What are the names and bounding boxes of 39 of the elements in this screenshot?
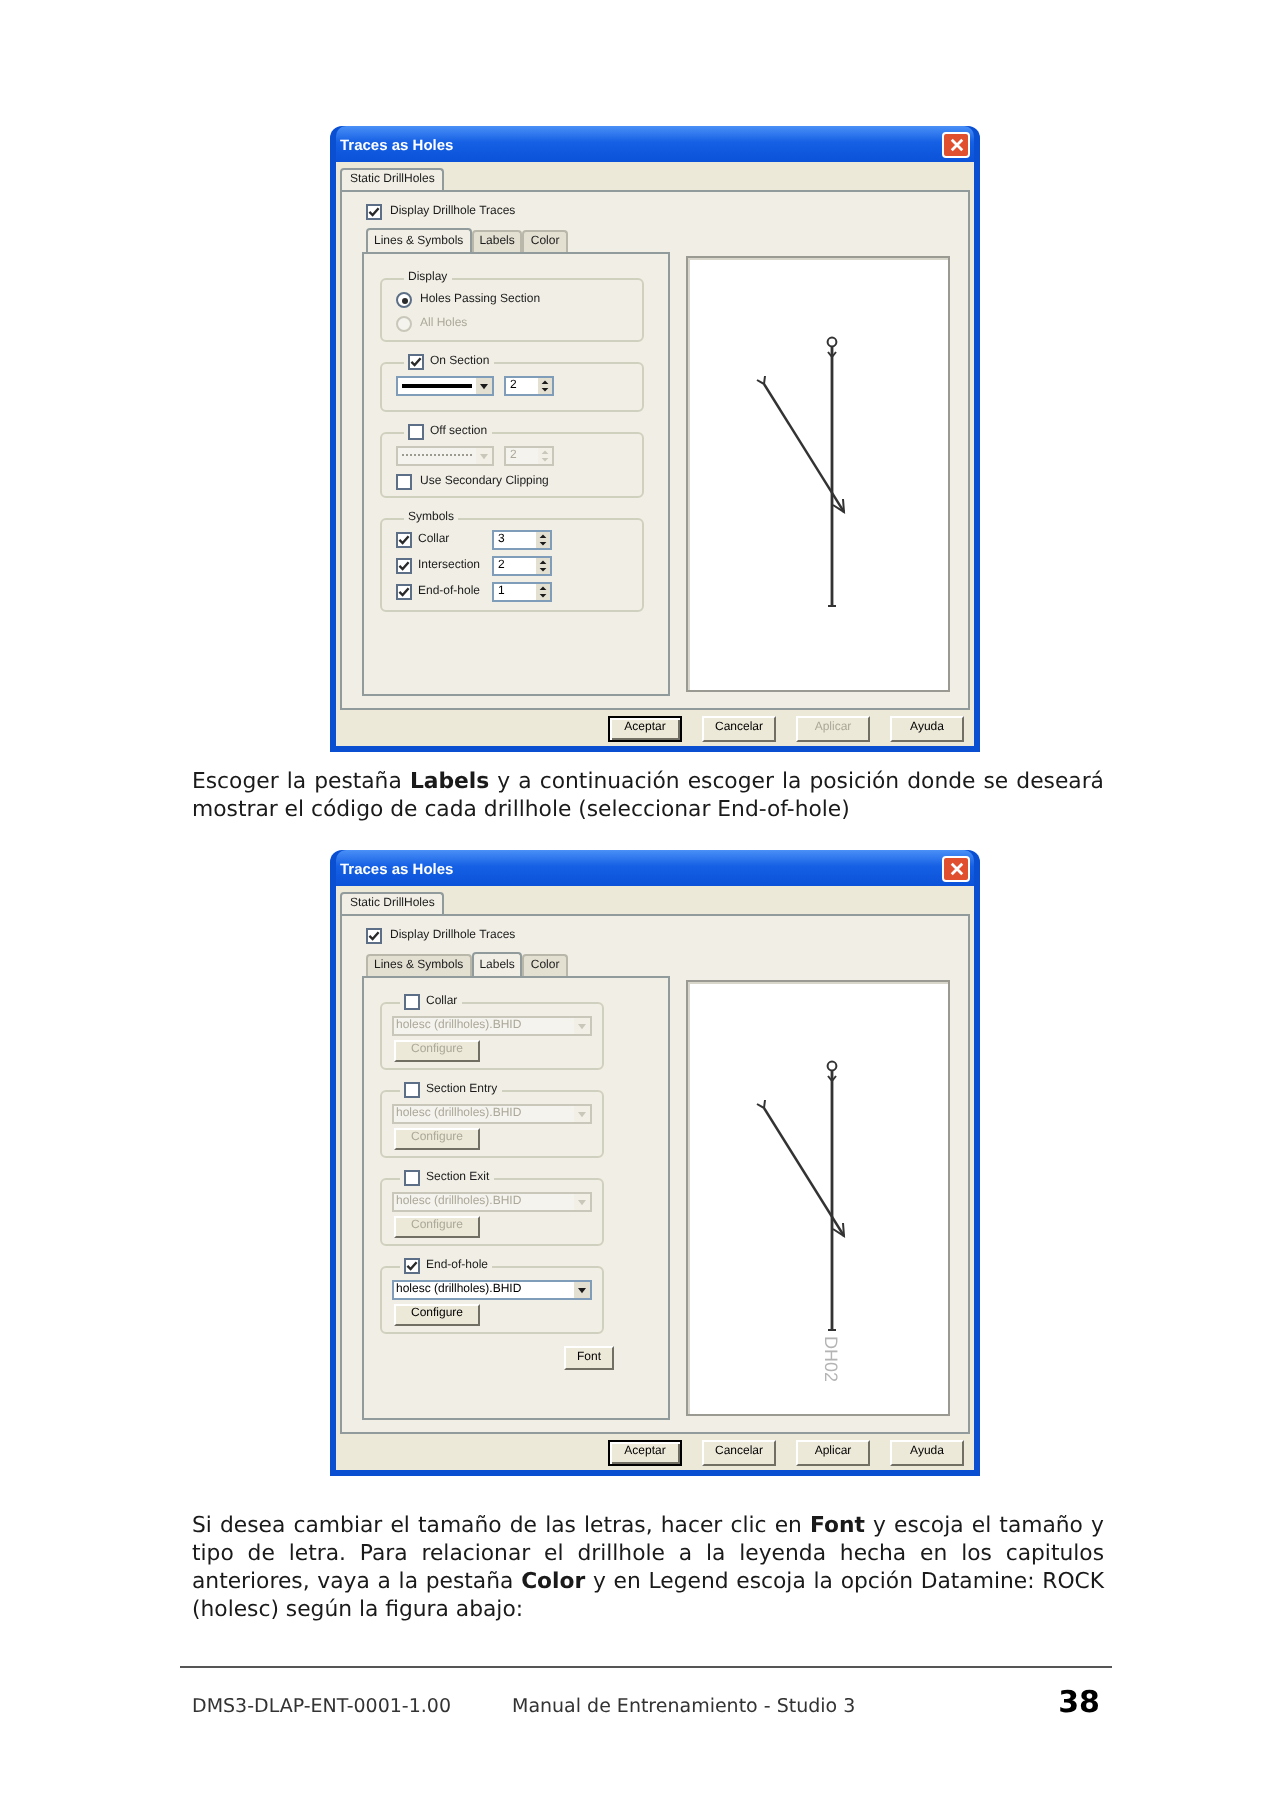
- checkmark-icon: [368, 206, 380, 218]
- checkbox[interactable]: [408, 424, 424, 440]
- checkbox[interactable]: [396, 532, 412, 548]
- spinner-arrows-icon[interactable]: [538, 378, 552, 394]
- dropdown-caret-icon[interactable]: [476, 378, 492, 394]
- dropdown-caret-icon[interactable]: [574, 1282, 590, 1298]
- close-button[interactable]: [942, 131, 970, 157]
- spinner-arrows-icon[interactable]: [536, 532, 550, 548]
- inclined-drillhole-trace: [756, 375, 846, 514]
- page-number: 38: [1058, 1682, 1100, 1724]
- checkbox[interactable]: [366, 928, 382, 944]
- close-icon: [949, 861, 963, 875]
- paragraph: Si desea cambiar el tamaño de las letras, hacer clic en Font y escoja el tamaño y tipo de letra. Para relacionar el drillhole a la leyenda hecha en los capitulos anteriores, vaya a la pestaña Color y en Legend escoja la opción Datamine: ROCK (holesc) según la figura abajo:: [192, 1512, 1104, 1624]
- radio-button[interactable]: [396, 292, 412, 308]
- checkbox[interactable]: [396, 474, 412, 490]
- checkmark-icon: [410, 356, 422, 368]
- close-button[interactable]: [942, 855, 970, 881]
- checkmark-icon: [398, 586, 410, 598]
- document-code: DMS3-DLAP-ENT-0001-1.00: [192, 1694, 454, 1722]
- close-icon: [949, 137, 963, 151]
- checkmark-icon: [368, 930, 380, 942]
- checkmark-icon: [406, 1260, 418, 1272]
- spinner-arrows-icon[interactable]: [536, 584, 550, 600]
- checkbox[interactable]: [404, 1258, 420, 1274]
- checkbox[interactable]: [404, 994, 420, 1010]
- spinner-arrows-icon[interactable]: [536, 558, 550, 574]
- paragraph: Escoger la pestaña Labels y a continuación escoger la posición donde se deseará mostrar el código de cada drillhole (seleccionar End-of-hole): [192, 768, 1104, 824]
- inclined-drillhole-trace: [756, 1099, 846, 1238]
- checkmark-icon: [398, 560, 410, 572]
- checkbox[interactable]: [404, 1082, 420, 1098]
- checkbox[interactable]: [396, 584, 412, 600]
- checkbox[interactable]: [404, 1170, 420, 1186]
- document-title: Manual de Entrenamiento - Studio 3: [512, 1694, 856, 1722]
- checkbox[interactable]: [366, 204, 382, 220]
- checkbox[interactable]: [408, 354, 424, 370]
- checkbox[interactable]: [396, 558, 412, 574]
- hole-label: DH02: [821, 1336, 841, 1383]
- line-style-dropdown[interactable]: [396, 376, 494, 396]
- checkmark-icon: [398, 534, 410, 546]
